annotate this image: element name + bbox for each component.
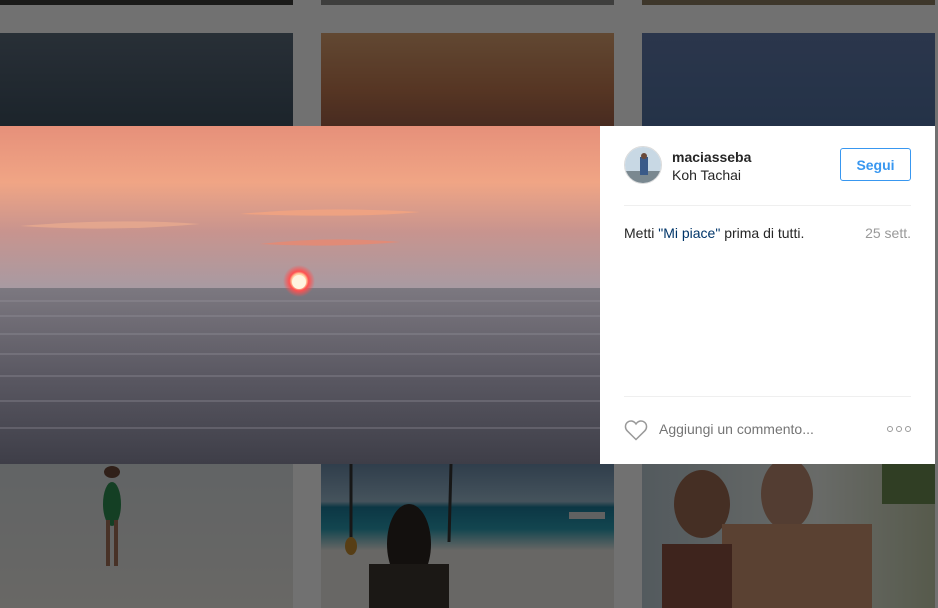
post-photo[interactable] — [0, 126, 600, 464]
comment-input[interactable] — [659, 421, 849, 437]
follow-button[interactable]: Segui — [840, 148, 911, 181]
avatar[interactable] — [624, 146, 662, 184]
likes-line: Metti "Mi piace" prima di tutti. — [624, 225, 804, 241]
username-link[interactable]: maciasseba — [672, 149, 751, 165]
post-sidebar: maciasseba Koh Tachai Segui Metti "Mi pi… — [600, 126, 935, 464]
avatar-image — [625, 147, 661, 183]
post-header: maciasseba Koh Tachai Segui — [624, 146, 911, 206]
ellipsis-icon[interactable] — [887, 426, 911, 432]
likes-prefix: Metti — [624, 225, 659, 241]
heart-icon[interactable] — [624, 419, 648, 441]
like-first-link[interactable]: "Mi piace" — [658, 225, 720, 241]
location-link[interactable]: Koh Tachai — [672, 167, 741, 183]
likes-suffix: prima di tutti. — [720, 225, 805, 241]
sunset-image — [0, 126, 600, 464]
post-date[interactable]: 25 sett. — [865, 225, 911, 241]
comment-bar — [624, 396, 911, 464]
post-modal: maciasseba Koh Tachai Segui Metti "Mi pi… — [0, 126, 935, 464]
